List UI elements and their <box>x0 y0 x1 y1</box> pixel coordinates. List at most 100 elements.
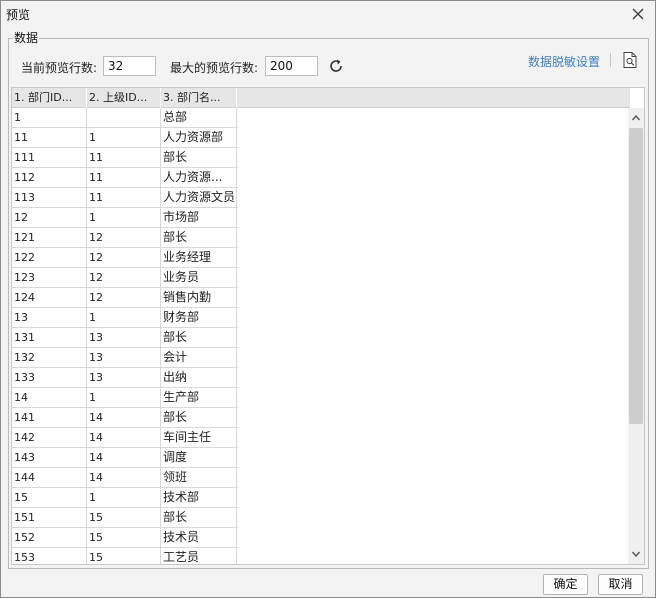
table-row[interactable]: 131 13 部长 <box>12 328 238 348</box>
cell-dept-id[interactable]: 132 <box>12 348 87 368</box>
cell-dept-id[interactable]: 153 <box>12 548 87 564</box>
cell-dept-name[interactable]: 会计 <box>161 348 237 368</box>
table-row[interactable]: 13 1 财务部 <box>12 308 238 328</box>
cell-parent-id[interactable]: 12 <box>87 268 161 288</box>
cell-dept-name[interactable]: 财务部 <box>161 308 237 328</box>
cell-parent-id[interactable]: 14 <box>87 408 161 428</box>
cell-dept-id[interactable]: 112 <box>12 168 87 188</box>
cell-parent-id[interactable]: 12 <box>87 228 161 248</box>
cell-dept-id[interactable]: 121 <box>12 228 87 248</box>
refresh-icon[interactable] <box>327 57 345 75</box>
ok-button[interactable]: 确定 <box>543 574 588 595</box>
cell-dept-id[interactable]: 15 <box>12 488 87 508</box>
cell-dept-name[interactable]: 部长 <box>161 508 237 528</box>
table-row[interactable]: 12 1 市场部 <box>12 208 238 228</box>
column-header-parent-id[interactable]: 2. 上级ID... <box>87 88 161 108</box>
table-row[interactable]: 133 13 出纳 <box>12 368 238 388</box>
cell-parent-id[interactable]: 13 <box>87 328 161 348</box>
cell-dept-name[interactable]: 销售内勤 <box>161 288 237 308</box>
cell-parent-id[interactable]: 12 <box>87 248 161 268</box>
cell-parent-id[interactable]: 1 <box>87 308 161 328</box>
document-preview-icon[interactable] <box>621 51 639 69</box>
table-row[interactable]: 124 12 销售内勤 <box>12 288 238 308</box>
cell-parent-id[interactable]: 1 <box>87 388 161 408</box>
table-row[interactable]: 15 1 技术部 <box>12 488 238 508</box>
cell-dept-name[interactable]: 人力资源部 <box>161 128 237 148</box>
cell-dept-name[interactable]: 调度 <box>161 448 237 468</box>
table-row[interactable]: 143 14 调度 <box>12 448 238 468</box>
table-row[interactable]: 153 15 工艺员 <box>12 548 238 564</box>
cell-parent-id[interactable]: 11 <box>87 148 161 168</box>
cell-dept-name[interactable]: 人力资源文员 <box>161 188 237 208</box>
table-row[interactable]: 11 1 人力资源部 <box>12 128 238 148</box>
scroll-down-icon[interactable] <box>631 549 641 559</box>
cell-parent-id[interactable]: 14 <box>87 428 161 448</box>
cell-dept-name[interactable]: 市场部 <box>161 208 237 228</box>
close-icon[interactable] <box>629 5 647 23</box>
scroll-up-icon[interactable] <box>631 113 641 123</box>
table-row[interactable]: 111 11 部长 <box>12 148 238 168</box>
cell-dept-name[interactable]: 部长 <box>161 148 237 168</box>
table-row[interactable]: 144 14 领班 <box>12 468 238 488</box>
cell-parent-id[interactable] <box>87 108 161 128</box>
cell-dept-name[interactable]: 部长 <box>161 408 237 428</box>
cancel-button[interactable]: 取消 <box>598 574 643 595</box>
cell-parent-id[interactable]: 11 <box>87 168 161 188</box>
cell-dept-name[interactable]: 车间主任 <box>161 428 237 448</box>
cell-dept-id[interactable]: 151 <box>12 508 87 528</box>
cell-parent-id[interactable]: 1 <box>87 128 161 148</box>
cell-parent-id[interactable]: 11 <box>87 188 161 208</box>
table-row[interactable]: 113 11 人力资源文员 <box>12 188 238 208</box>
cell-dept-id[interactable]: 152 <box>12 528 87 548</box>
cell-dept-name[interactable]: 工艺员 <box>161 548 237 564</box>
cell-parent-id[interactable]: 14 <box>87 468 161 488</box>
table-row[interactable]: 141 14 部长 <box>12 408 238 428</box>
cell-dept-id[interactable]: 133 <box>12 368 87 388</box>
data-mask-settings-link[interactable]: 数据脱敏设置 <box>528 53 600 70</box>
cell-dept-id[interactable]: 141 <box>12 408 87 428</box>
table-row[interactable]: 152 15 技术员 <box>12 528 238 548</box>
current-rows-input[interactable] <box>103 56 156 76</box>
table-row[interactable]: 142 14 车间主任 <box>12 428 238 448</box>
cell-dept-name[interactable]: 部长 <box>161 328 237 348</box>
max-rows-input[interactable] <box>265 56 318 76</box>
cell-dept-id[interactable]: 1 <box>12 108 87 128</box>
table-row[interactable]: 112 11 人力资源... <box>12 168 238 188</box>
cell-dept-id[interactable]: 124 <box>12 288 87 308</box>
column-header-dept-id[interactable]: 1. 部门ID... <box>12 88 87 108</box>
cell-dept-id[interactable]: 144 <box>12 468 87 488</box>
cell-dept-name[interactable]: 出纳 <box>161 368 237 388</box>
cell-dept-name[interactable]: 生产部 <box>161 388 237 408</box>
cell-dept-name[interactable]: 技术员 <box>161 528 237 548</box>
cell-parent-id[interactable]: 15 <box>87 528 161 548</box>
cell-parent-id[interactable]: 1 <box>87 488 161 508</box>
cell-dept-id[interactable]: 11 <box>12 128 87 148</box>
table-row[interactable]: 151 15 部长 <box>12 508 238 528</box>
cell-parent-id[interactable]: 13 <box>87 368 161 388</box>
scrollbar-thumb[interactable] <box>629 128 643 424</box>
cell-dept-name[interactable]: 总部 <box>161 108 237 128</box>
table-row[interactable]: 1 总部 <box>12 108 238 128</box>
vertical-scrollbar[interactable] <box>628 108 644 564</box>
cell-dept-name[interactable]: 领班 <box>161 468 237 488</box>
cell-dept-id[interactable]: 111 <box>12 148 87 168</box>
column-header-dept-name[interactable]: 3. 部门名... <box>161 88 237 108</box>
cell-parent-id[interactable]: 15 <box>87 548 161 564</box>
cell-dept-id[interactable]: 131 <box>12 328 87 348</box>
cell-dept-id[interactable]: 13 <box>12 308 87 328</box>
cell-dept-name[interactable]: 业务员 <box>161 268 237 288</box>
table-row[interactable]: 123 12 业务员 <box>12 268 238 288</box>
cell-parent-id[interactable]: 12 <box>87 288 161 308</box>
table-row[interactable]: 132 13 会计 <box>12 348 238 368</box>
cell-dept-name[interactable]: 部长 <box>161 228 237 248</box>
cell-dept-id[interactable]: 12 <box>12 208 87 228</box>
cell-dept-id[interactable]: 14 <box>12 388 87 408</box>
cell-parent-id[interactable]: 14 <box>87 448 161 468</box>
cell-dept-id[interactable]: 122 <box>12 248 87 268</box>
cell-dept-name[interactable]: 人力资源... <box>161 168 237 188</box>
cell-parent-id[interactable]: 13 <box>87 348 161 368</box>
cell-dept-id[interactable]: 142 <box>12 428 87 448</box>
table-row[interactable]: 14 1 生产部 <box>12 388 238 408</box>
cell-dept-name[interactable]: 技术部 <box>161 488 237 508</box>
cell-dept-id[interactable]: 143 <box>12 448 87 468</box>
